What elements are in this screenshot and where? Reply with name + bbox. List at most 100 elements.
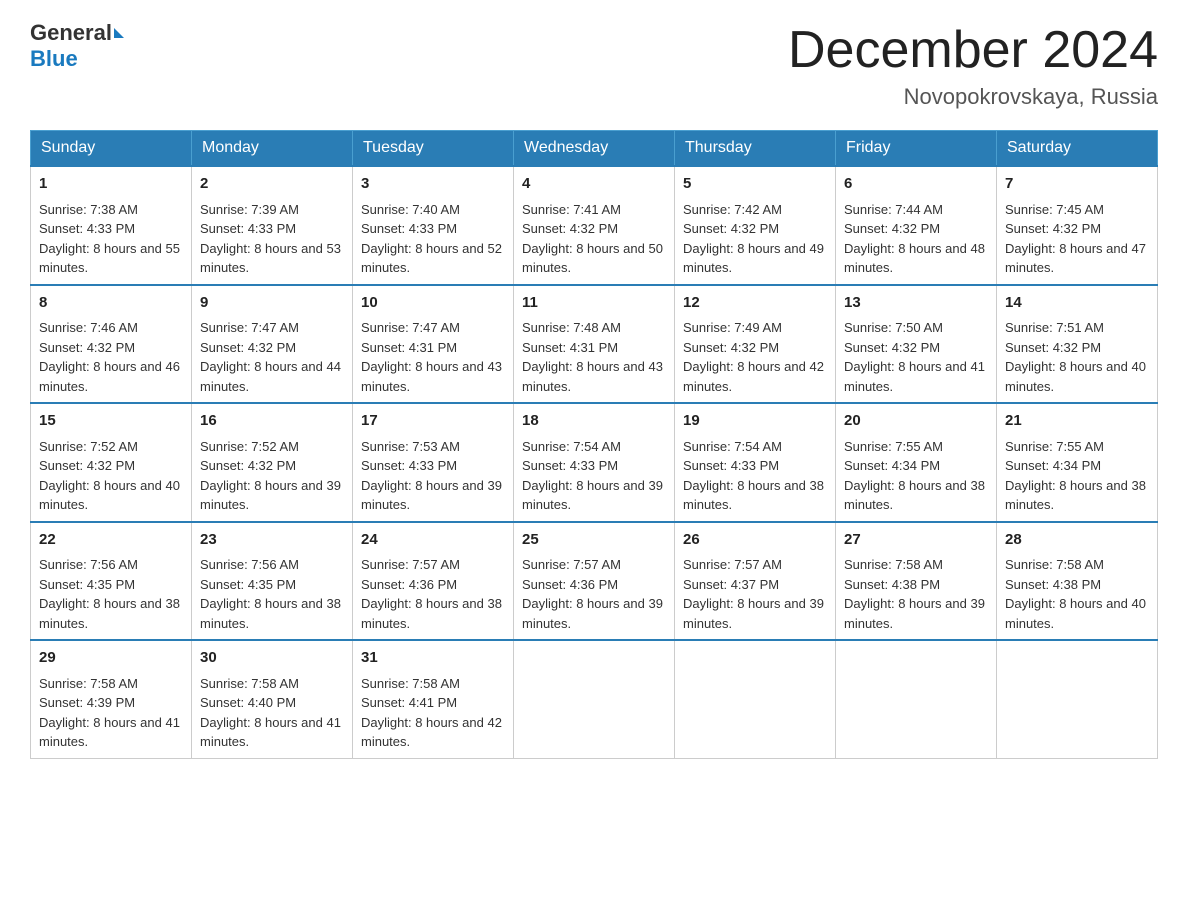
weekday-header-thursday: Thursday (675, 131, 836, 167)
day-info: Sunrise: 7:48 AMSunset: 4:31 PMDaylight:… (522, 320, 663, 394)
logo: General Blue (30, 20, 126, 72)
calendar-cell (997, 640, 1158, 758)
day-number: 18 (522, 410, 666, 433)
day-info: Sunrise: 7:58 AMSunset: 4:40 PMDaylight:… (200, 676, 341, 750)
day-number: 29 (39, 647, 183, 670)
calendar-cell: 11 Sunrise: 7:48 AMSunset: 4:31 PMDaylig… (514, 285, 675, 404)
day-number: 9 (200, 292, 344, 315)
day-number: 10 (361, 292, 505, 315)
day-info: Sunrise: 7:47 AMSunset: 4:32 PMDaylight:… (200, 320, 341, 394)
day-info: Sunrise: 7:52 AMSunset: 4:32 PMDaylight:… (39, 439, 180, 513)
calendar-cell: 23 Sunrise: 7:56 AMSunset: 4:35 PMDaylig… (192, 522, 353, 641)
calendar-cell: 10 Sunrise: 7:47 AMSunset: 4:31 PMDaylig… (353, 285, 514, 404)
day-info: Sunrise: 7:55 AMSunset: 4:34 PMDaylight:… (1005, 439, 1146, 513)
calendar-cell: 6 Sunrise: 7:44 AMSunset: 4:32 PMDayligh… (836, 166, 997, 285)
calendar-week-3: 15 Sunrise: 7:52 AMSunset: 4:32 PMDaylig… (31, 403, 1158, 522)
day-number: 21 (1005, 410, 1149, 433)
calendar-cell: 17 Sunrise: 7:53 AMSunset: 4:33 PMDaylig… (353, 403, 514, 522)
day-number: 12 (683, 292, 827, 315)
day-info: Sunrise: 7:53 AMSunset: 4:33 PMDaylight:… (361, 439, 502, 513)
calendar-cell: 25 Sunrise: 7:57 AMSunset: 4:36 PMDaylig… (514, 522, 675, 641)
calendar-cell: 21 Sunrise: 7:55 AMSunset: 4:34 PMDaylig… (997, 403, 1158, 522)
day-info: Sunrise: 7:58 AMSunset: 4:38 PMDaylight:… (844, 557, 985, 631)
calendar-cell: 29 Sunrise: 7:58 AMSunset: 4:39 PMDaylig… (31, 640, 192, 758)
calendar-cell (836, 640, 997, 758)
calendar-cell: 8 Sunrise: 7:46 AMSunset: 4:32 PMDayligh… (31, 285, 192, 404)
day-info: Sunrise: 7:42 AMSunset: 4:32 PMDaylight:… (683, 202, 824, 276)
day-number: 4 (522, 173, 666, 196)
day-info: Sunrise: 7:50 AMSunset: 4:32 PMDaylight:… (844, 320, 985, 394)
calendar-cell: 13 Sunrise: 7:50 AMSunset: 4:32 PMDaylig… (836, 285, 997, 404)
day-number: 24 (361, 529, 505, 552)
day-info: Sunrise: 7:49 AMSunset: 4:32 PMDaylight:… (683, 320, 824, 394)
calendar-cell: 1 Sunrise: 7:38 AMSunset: 4:33 PMDayligh… (31, 166, 192, 285)
title-block: December 2024 Novopokrovskaya, Russia (788, 20, 1158, 110)
day-number: 31 (361, 647, 505, 670)
day-number: 14 (1005, 292, 1149, 315)
day-number: 26 (683, 529, 827, 552)
day-info: Sunrise: 7:57 AMSunset: 4:36 PMDaylight:… (522, 557, 663, 631)
calendar-week-2: 8 Sunrise: 7:46 AMSunset: 4:32 PMDayligh… (31, 285, 1158, 404)
weekday-header-friday: Friday (836, 131, 997, 167)
calendar-cell (675, 640, 836, 758)
day-info: Sunrise: 7:41 AMSunset: 4:32 PMDaylight:… (522, 202, 663, 276)
location: Novopokrovskaya, Russia (788, 84, 1158, 110)
calendar-cell: 7 Sunrise: 7:45 AMSunset: 4:32 PMDayligh… (997, 166, 1158, 285)
day-info: Sunrise: 7:39 AMSunset: 4:33 PMDaylight:… (200, 202, 341, 276)
calendar-cell: 12 Sunrise: 7:49 AMSunset: 4:32 PMDaylig… (675, 285, 836, 404)
calendar-cell: 28 Sunrise: 7:58 AMSunset: 4:38 PMDaylig… (997, 522, 1158, 641)
day-info: Sunrise: 7:54 AMSunset: 4:33 PMDaylight:… (522, 439, 663, 513)
logo-general: General (30, 20, 112, 46)
calendar-cell: 27 Sunrise: 7:58 AMSunset: 4:38 PMDaylig… (836, 522, 997, 641)
weekday-header-sunday: Sunday (31, 131, 192, 167)
calendar-cell: 14 Sunrise: 7:51 AMSunset: 4:32 PMDaylig… (997, 285, 1158, 404)
day-number: 23 (200, 529, 344, 552)
calendar-cell: 2 Sunrise: 7:39 AMSunset: 4:33 PMDayligh… (192, 166, 353, 285)
day-info: Sunrise: 7:58 AMSunset: 4:41 PMDaylight:… (361, 676, 502, 750)
calendar-week-4: 22 Sunrise: 7:56 AMSunset: 4:35 PMDaylig… (31, 522, 1158, 641)
day-number: 17 (361, 410, 505, 433)
calendar-cell: 20 Sunrise: 7:55 AMSunset: 4:34 PMDaylig… (836, 403, 997, 522)
logo-arrow-icon (114, 28, 124, 38)
day-number: 11 (522, 292, 666, 315)
calendar-week-1: 1 Sunrise: 7:38 AMSunset: 4:33 PMDayligh… (31, 166, 1158, 285)
month-title: December 2024 (788, 20, 1158, 80)
day-number: 20 (844, 410, 988, 433)
day-number: 30 (200, 647, 344, 670)
day-info: Sunrise: 7:55 AMSunset: 4:34 PMDaylight:… (844, 439, 985, 513)
day-number: 3 (361, 173, 505, 196)
day-info: Sunrise: 7:57 AMSunset: 4:37 PMDaylight:… (683, 557, 824, 631)
day-number: 28 (1005, 529, 1149, 552)
day-info: Sunrise: 7:54 AMSunset: 4:33 PMDaylight:… (683, 439, 824, 513)
calendar-cell: 30 Sunrise: 7:58 AMSunset: 4:40 PMDaylig… (192, 640, 353, 758)
day-number: 2 (200, 173, 344, 196)
day-info: Sunrise: 7:44 AMSunset: 4:32 PMDaylight:… (844, 202, 985, 276)
calendar-cell: 19 Sunrise: 7:54 AMSunset: 4:33 PMDaylig… (675, 403, 836, 522)
day-number: 16 (200, 410, 344, 433)
calendar-cell: 9 Sunrise: 7:47 AMSunset: 4:32 PMDayligh… (192, 285, 353, 404)
calendar-cell: 5 Sunrise: 7:42 AMSunset: 4:32 PMDayligh… (675, 166, 836, 285)
day-info: Sunrise: 7:56 AMSunset: 4:35 PMDaylight:… (39, 557, 180, 631)
day-info: Sunrise: 7:45 AMSunset: 4:32 PMDaylight:… (1005, 202, 1146, 276)
calendar-cell: 16 Sunrise: 7:52 AMSunset: 4:32 PMDaylig… (192, 403, 353, 522)
calendar-cell: 4 Sunrise: 7:41 AMSunset: 4:32 PMDayligh… (514, 166, 675, 285)
day-number: 13 (844, 292, 988, 315)
calendar-cell: 18 Sunrise: 7:54 AMSunset: 4:33 PMDaylig… (514, 403, 675, 522)
calendar-header-row: SundayMondayTuesdayWednesdayThursdayFrid… (31, 131, 1158, 167)
day-number: 19 (683, 410, 827, 433)
calendar-cell: 3 Sunrise: 7:40 AMSunset: 4:33 PMDayligh… (353, 166, 514, 285)
day-info: Sunrise: 7:51 AMSunset: 4:32 PMDaylight:… (1005, 320, 1146, 394)
weekday-header-monday: Monday (192, 131, 353, 167)
calendar-cell: 22 Sunrise: 7:56 AMSunset: 4:35 PMDaylig… (31, 522, 192, 641)
calendar-cell: 24 Sunrise: 7:57 AMSunset: 4:36 PMDaylig… (353, 522, 514, 641)
weekday-header-saturday: Saturday (997, 131, 1158, 167)
weekday-header-wednesday: Wednesday (514, 131, 675, 167)
calendar-week-5: 29 Sunrise: 7:58 AMSunset: 4:39 PMDaylig… (31, 640, 1158, 758)
day-number: 7 (1005, 173, 1149, 196)
day-number: 5 (683, 173, 827, 196)
day-info: Sunrise: 7:40 AMSunset: 4:33 PMDaylight:… (361, 202, 502, 276)
day-number: 1 (39, 173, 183, 196)
day-number: 8 (39, 292, 183, 315)
logo-blue: Blue (30, 46, 78, 72)
day-info: Sunrise: 7:38 AMSunset: 4:33 PMDaylight:… (39, 202, 180, 276)
